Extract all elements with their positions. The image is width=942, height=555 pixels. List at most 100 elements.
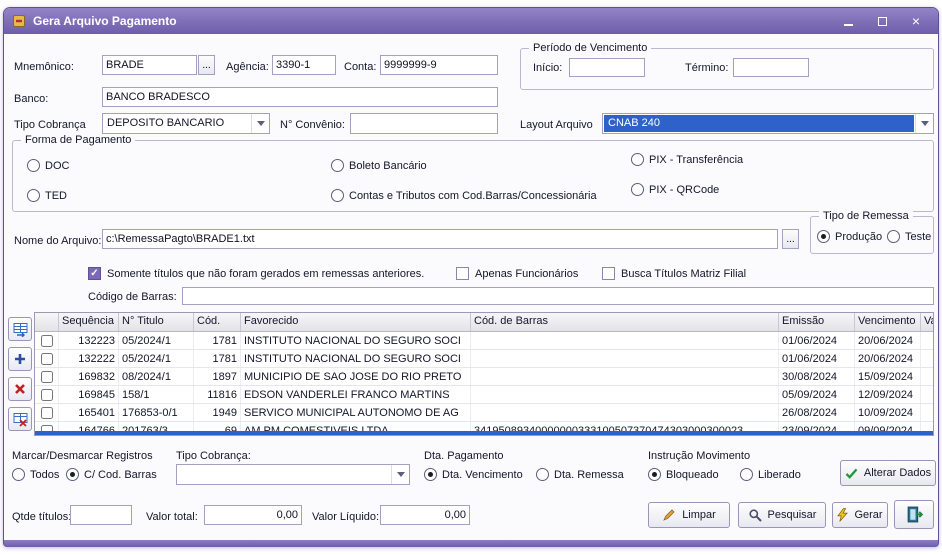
minimize-button[interactable] [834, 11, 862, 31]
cell-barras [471, 368, 779, 385]
mnemonico-input[interactable] [102, 55, 197, 75]
cell-vencimento: 20/06/2024 [855, 332, 921, 349]
valor-liquido-label: Valor Líquido: [312, 511, 379, 523]
row-checkbox[interactable] [41, 353, 53, 365]
limpar-button[interactable]: Limpar [648, 502, 730, 528]
tipo-cobranca-combo[interactable]: DEPOSITO BANCARIO [102, 113, 270, 134]
codigo-barras-input[interactable] [182, 287, 934, 305]
qtde-titulos-label: Qtde títulos: [12, 511, 71, 523]
nome-arquivo-browse-button[interactable]: ... [782, 229, 799, 249]
cell-val [921, 368, 933, 385]
titlebar[interactable]: Gera Arquivo Pagamento × [4, 8, 938, 34]
cell-titulo: 05/2024/1 [119, 332, 194, 349]
row-checkbox[interactable] [41, 389, 53, 401]
radio-cbarras-label: C/ Cod. Barras [84, 469, 157, 481]
radio-contas-tributos[interactable]: Contas e Tributos com Cod.Barras/Concess… [331, 189, 597, 202]
header-check [35, 313, 59, 331]
table-row[interactable]: 169832 08/2024/1 1897 MUNICIPIO DE SAO J… [35, 368, 933, 386]
pesquisar-button[interactable]: Pesquisar [738, 502, 826, 528]
header-cod[interactable]: Cód. [194, 313, 241, 331]
close-button[interactable]: × [902, 11, 930, 31]
forma-pagamento-group: Forma de Pagamento DOC TED Boleto Bancár… [12, 140, 934, 212]
grid-check-all-button[interactable] [8, 317, 32, 341]
radio-teste[interactable]: Teste [887, 230, 931, 243]
checkbox-somente-titulos[interactable]: Somente títulos que não foram gerados em… [88, 267, 424, 280]
valor-total-label: Valor total: [146, 511, 198, 523]
gerar-button[interactable]: Gerar [832, 502, 888, 528]
periodo-vencimento-legend: Período de Vencimento [529, 42, 651, 54]
tipo-remessa-group: Tipo de Remessa Produção Teste [810, 216, 934, 254]
header-vencimento[interactable]: Vencimento [855, 313, 921, 331]
radio-pix-qrcode[interactable]: PIX - QRCode [631, 183, 719, 196]
radio-dta-venc-label: Dta. Vencimento [442, 469, 523, 481]
tipo-cobranca-filtro-combo[interactable] [176, 464, 410, 485]
table-row[interactable]: 132223 05/2024/1 1781 INSTITUTO NACIONAL… [35, 332, 933, 350]
radio-liberado-label: Liberado [758, 469, 801, 481]
header-barras[interactable]: Cód. de Barras [471, 313, 779, 331]
radio-com-cod-barras[interactable]: C/ Cod. Barras [66, 468, 157, 481]
inicio-input[interactable] [569, 58, 645, 77]
valor-total-input[interactable] [204, 505, 302, 525]
convenio-input[interactable] [350, 113, 498, 134]
checkbox-apenas-funcionarios[interactable]: Apenas Funcionários [456, 267, 578, 280]
cell-sequencia: 169832 [59, 368, 119, 385]
tipo-cobranca-value: DEPOSITO BANCARIO [103, 114, 251, 133]
header-favorecido[interactable]: Favorecido [241, 313, 471, 331]
agencia-input[interactable] [272, 55, 336, 75]
maximize-button[interactable] [868, 11, 896, 31]
exit-button[interactable] [894, 500, 934, 529]
radio-todos[interactable]: Todos [12, 468, 59, 481]
cell-emissao: 26/08/2024 [779, 404, 855, 421]
radio-circle [27, 189, 40, 202]
checkbox-icon [456, 267, 469, 280]
radio-doc[interactable]: DOC [27, 159, 69, 172]
chevron-down-icon [391, 465, 409, 484]
checkbox-busca-matriz-filial[interactable]: Busca Títulos Matriz Filial [602, 267, 746, 280]
valor-liquido-input[interactable] [380, 505, 470, 525]
header-val[interactable]: Val [921, 313, 933, 331]
header-titulo[interactable]: N° Titulo [119, 313, 194, 331]
header-sequencia[interactable]: Sequência [59, 313, 119, 331]
radio-dta-remessa[interactable]: Dta. Remessa [536, 468, 624, 481]
cell-val [921, 332, 933, 349]
table-row[interactable]: 169845 158/1 11816 EDSON VANDERLEI FRANC… [35, 386, 933, 404]
titles-table[interactable]: Sequência N° Titulo Cód. Favorecido Cód.… [34, 312, 934, 436]
periodo-vencimento-group: Período de Vencimento Início: Término: [520, 48, 934, 90]
termino-input[interactable] [733, 58, 809, 77]
nome-arquivo-input[interactable] [102, 229, 778, 249]
radio-boleto[interactable]: Boleto Bancário [331, 159, 427, 172]
inicio-label: Início: [533, 62, 562, 74]
cell-vencimento: 15/09/2024 [855, 368, 921, 385]
qtde-titulos-input[interactable] [70, 505, 132, 525]
nome-arquivo-label: Nome do Arquivo: [14, 235, 101, 247]
radio-circle [331, 189, 344, 202]
radio-ted[interactable]: TED [27, 189, 67, 202]
alterar-dados-button[interactable]: Alterar Dados [840, 460, 936, 486]
cell-emissao: 01/06/2024 [779, 350, 855, 367]
radio-circle [631, 183, 644, 196]
conta-input[interactable] [380, 55, 498, 75]
grid-uncheck-all-button[interactable] [8, 407, 32, 431]
header-emissao[interactable]: Emissão [779, 313, 855, 331]
banco-input[interactable] [102, 87, 498, 107]
layout-arquivo-combo[interactable]: CNAB 240 [602, 113, 934, 134]
radio-liberado[interactable]: Liberado [740, 468, 801, 481]
cell-cod: 1897 [194, 368, 241, 385]
cell-titulo: 158/1 [119, 386, 194, 403]
delete-row-icon [13, 382, 27, 396]
radio-producao[interactable]: Produção [817, 230, 882, 243]
table-row[interactable]: 132222 05/2024/1 1781 INSTITUTO NACIONAL… [35, 350, 933, 368]
delete-row-button[interactable] [8, 377, 32, 401]
radio-bloqueado-label: Bloqueado [666, 469, 719, 481]
add-row-button[interactable] [8, 347, 32, 371]
row-checkbox[interactable] [41, 371, 53, 383]
radio-dta-vencimento[interactable]: Dta. Vencimento [424, 468, 523, 481]
radio-pix-transferencia[interactable]: PIX - Transferência [631, 153, 743, 166]
mnemonico-browse-button[interactable]: ... [198, 55, 215, 75]
tipo-cobranca-filtro-value [177, 465, 391, 484]
cell-cod: 1781 [194, 350, 241, 367]
row-checkbox[interactable] [41, 407, 53, 419]
radio-bloqueado[interactable]: Bloqueado [648, 468, 719, 481]
row-checkbox[interactable] [41, 335, 53, 347]
table-row[interactable]: 165401 176853-0/1 1949 SERVICO MUNICIPAL… [35, 404, 933, 422]
